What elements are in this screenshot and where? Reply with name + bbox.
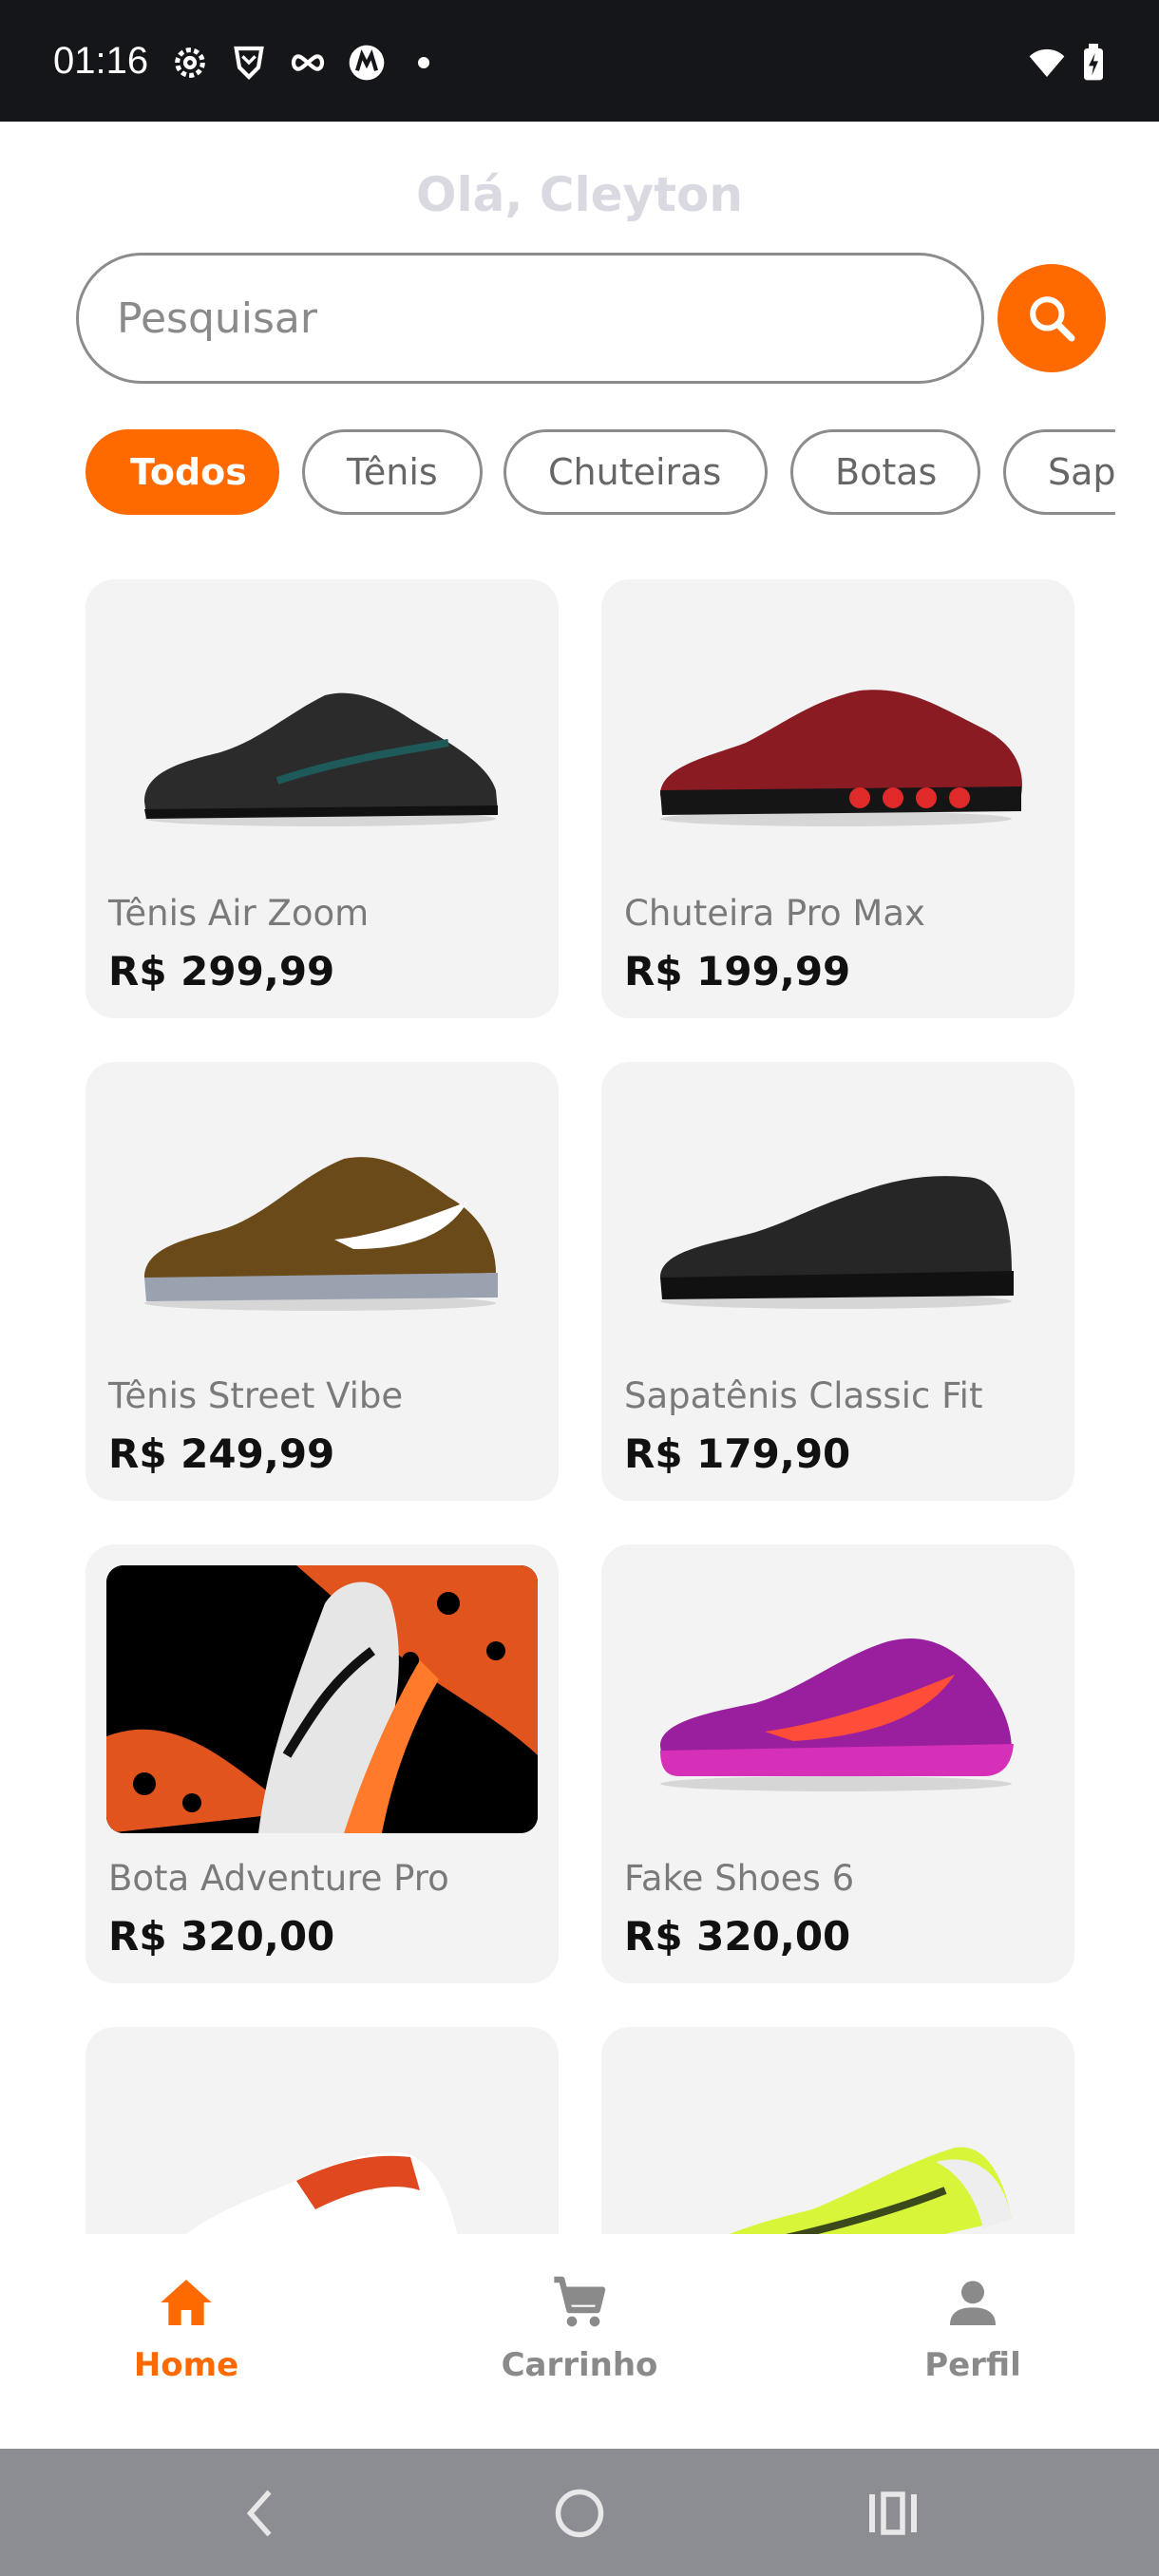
chip-chuteiras[interactable]: Chuteiras (504, 429, 768, 515)
product-image (106, 1565, 538, 1833)
product-card[interactable] (86, 2027, 559, 2234)
battery-charging-icon (1084, 44, 1103, 81)
product-image (106, 2048, 538, 2234)
product-name: Sapatênis Classic Fit (624, 1375, 983, 1416)
nav-label: Home (133, 2346, 239, 2384)
product-card[interactable]: Fake Shoes 6 R$ 320,00 (601, 1544, 1074, 1983)
chip-label: Chuteiras (548, 451, 722, 493)
home-circle-icon[interactable] (551, 2485, 608, 2542)
back-icon[interactable] (234, 2485, 291, 2542)
product-price: R$ 320,00 (108, 1913, 335, 1960)
nav-profile[interactable]: Perfil (830, 2272, 1115, 2384)
search-icon (1030, 296, 1075, 342)
status-bar: 01:16 (0, 0, 1159, 122)
product-name: Chuteira Pro Max (624, 893, 925, 934)
product-name: Fake Shoes 6 (624, 1858, 855, 1899)
status-time: 01:16 (53, 40, 149, 82)
product-card[interactable]: Sapatênis Classic Fit R$ 179,90 (601, 1062, 1074, 1501)
product-image (622, 1083, 1054, 1351)
chip-botas[interactable]: Botas (790, 429, 980, 515)
product-card[interactable]: Tênis Street Vibe R$ 249,99 (86, 1062, 559, 1501)
chip-label: Botas (835, 451, 938, 493)
product-price: R$ 249,99 (108, 1430, 335, 1477)
nav-label: Perfil (924, 2346, 1021, 2384)
search-button[interactable] (998, 264, 1106, 372)
chip-sapatenis[interactable]: Sapatênis (1003, 429, 1115, 515)
product-price: R$ 179,90 (624, 1430, 851, 1477)
system-navigation-bar (0, 2449, 1159, 2576)
settings-icon (175, 47, 205, 78)
infinity-icon (291, 54, 325, 71)
recents-icon[interactable] (864, 2485, 922, 2542)
chip-label: Tênis (347, 451, 438, 493)
product-image (622, 1565, 1054, 1833)
chip-label: Sapatênis (1048, 451, 1115, 493)
notification-dot (418, 57, 429, 68)
nav-home[interactable]: Home (44, 2272, 329, 2384)
chip-tenis[interactable]: Tênis (302, 429, 483, 515)
product-image (106, 1083, 538, 1351)
product-card[interactable]: Bota Adventure Pro R$ 320,00 (86, 1544, 559, 1983)
product-image (622, 600, 1054, 868)
nav-cart[interactable]: Carrinho (437, 2272, 722, 2384)
wifi-icon (1029, 48, 1065, 77)
search-input[interactable] (76, 253, 984, 384)
product-name: Tênis Street Vibe (108, 1375, 404, 1416)
bottom-navigation: Home Carrinho Perfil (0, 2234, 1159, 2449)
product-card[interactable]: Chuteira Pro Max R$ 199,99 (601, 579, 1074, 1018)
cart-icon (554, 2276, 606, 2327)
product-card[interactable]: Tênis Air Zoom R$ 299,99 (86, 579, 559, 1018)
category-filter: Todos Tênis Chuteiras Botas Sapatênis (86, 429, 1115, 515)
chip-todos[interactable]: Todos (86, 429, 279, 515)
nav-label: Carrinho (501, 2346, 658, 2384)
greeting-title: Olá, Cleyton (416, 167, 743, 222)
product-price: R$ 299,99 (108, 948, 335, 994)
product-name: Bota Adventure Pro (108, 1858, 449, 1899)
product-image (622, 2048, 1054, 2234)
person-icon (950, 2281, 996, 2325)
product-image (106, 600, 538, 868)
product-price: R$ 320,00 (624, 1913, 851, 1960)
brave-icon (234, 46, 264, 80)
product-card[interactable] (601, 2027, 1074, 2234)
product-name: Tênis Air Zoom (108, 893, 370, 934)
product-grid: Tênis Air Zoom R$ 299,99 Chuteira Pro Ma… (0, 570, 1159, 2234)
chip-label: Todos (130, 451, 247, 493)
motorola-icon (349, 45, 385, 81)
home-icon (161, 2280, 212, 2325)
product-price: R$ 199,99 (624, 948, 851, 994)
